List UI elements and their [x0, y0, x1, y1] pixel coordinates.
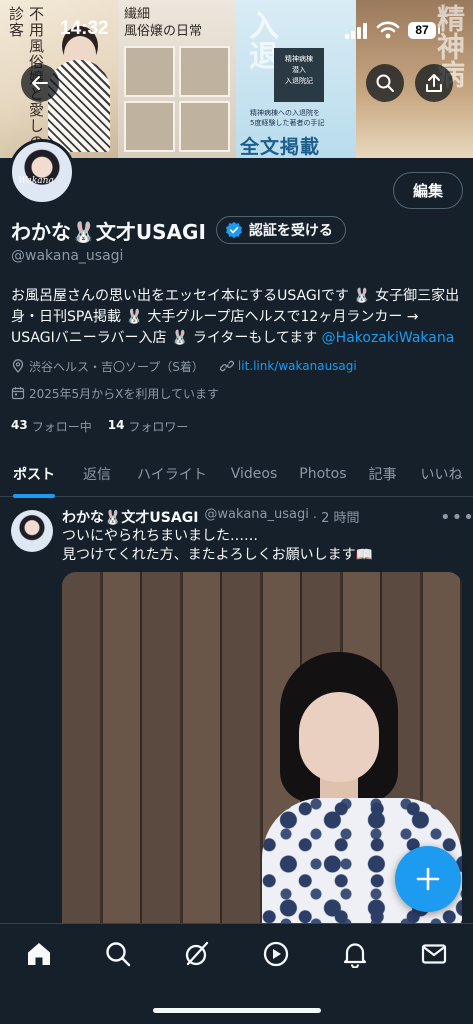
bell-icon[interactable]: [341, 940, 369, 968]
location-text: 渋谷ヘルス・吉〇ソープ（S着）: [29, 359, 204, 374]
profile-website[interactable]: lit.link/wakanausagi: [219, 359, 357, 373]
followers-count: 14: [107, 418, 125, 432]
battery-indicator: 87: [408, 22, 440, 39]
calendar-icon: [11, 387, 25, 400]
post-author-name[interactable]: わかな🐰文才USAGI: [62, 507, 198, 527]
post-time: · 2 時間: [312, 511, 360, 526]
get-verified-label: 認証を受ける: [248, 223, 333, 239]
bio-mention-link[interactable]: @HakozakiWakana: [322, 330, 455, 346]
grok-icon[interactable]: [183, 940, 211, 968]
joined-text: 2025年5月からXを利用しています: [29, 386, 220, 401]
post-author-handle: @wakana_usagi: [204, 507, 309, 522]
share-button[interactable]: [415, 64, 453, 102]
profile-bio: お風呂屋さんの思い出をエッセイ本にするUSAGIです 🐰 女子御三家出身・日刊S…: [11, 286, 463, 349]
search-icon[interactable]: [104, 940, 132, 968]
following-label: フォロー中: [31, 420, 92, 434]
profile-name-row: わかな🐰文才USAGI 認証を受ける: [11, 214, 346, 246]
profile-name: わかな🐰文才USAGI: [11, 219, 206, 244]
search-icon: [376, 74, 394, 92]
back-button[interactable]: [21, 64, 59, 102]
location-pin-icon: [12, 359, 24, 373]
wifi-icon: [376, 21, 400, 39]
post-text-line-2: 見つけてくれた方、またよろしくお願いします📖: [62, 547, 374, 563]
banner-panel-3-box: 精神病棟 潜入 入退院記: [274, 48, 324, 102]
followers-count-link[interactable]: 14 フォロワー: [108, 418, 189, 435]
edit-profile-button[interactable]: 編集: [393, 172, 463, 209]
home-icon[interactable]: [25, 940, 53, 968]
tab-photos[interactable]: Photos: [299, 450, 346, 497]
video-icon[interactable]: [262, 940, 290, 968]
compose-post-button[interactable]: [395, 846, 461, 912]
profile-joined-row: 2025年5月からXを利用しています: [11, 383, 235, 403]
avatar-watermark: Wakana: [18, 176, 54, 186]
post-header: わかな🐰文才USAGI @wakana_usagi · 2 時間: [62, 507, 360, 527]
arrow-left-icon: [32, 76, 48, 90]
profile-location: 渋谷ヘルス・吉〇ソープ（S着）: [11, 358, 204, 375]
verified-badge-icon: [225, 221, 242, 239]
post-text: ついにやられちまいました…… 見つけてくれた方、またよろしくお願いします📖: [62, 527, 462, 565]
mail-icon[interactable]: [420, 940, 448, 968]
status-time: 14:32: [60, 18, 109, 39]
profile-meta-row: 渋谷ヘルス・吉〇ソープ（S着） lit.link/wakanausagi: [11, 356, 373, 376]
website-link[interactable]: lit.link/wakanausagi: [238, 359, 357, 373]
home-indicator: [153, 1008, 321, 1013]
banner-panel-3-big: 全文掲載: [240, 136, 321, 158]
status-bar: 14:32 87: [0, 14, 473, 48]
tab-posts[interactable]: ポスト: [13, 450, 55, 498]
link-icon: [219, 360, 234, 372]
profile-handle: @wakana_usagi: [11, 248, 124, 264]
following-count-link[interactable]: 43 フォロー中: [11, 418, 92, 435]
tab-replies[interactable]: 返信: [83, 450, 111, 497]
post-avatar[interactable]: [11, 510, 53, 552]
get-verified-button[interactable]: 認証を受ける: [215, 216, 346, 244]
cellular-signal-icon: [345, 23, 367, 39]
followers-label: フォロワー: [128, 420, 189, 434]
banner-panel-3-small: 精神病棟への入退院を 5度経験した著者の手記: [250, 109, 325, 127]
tab-videos[interactable]: Videos: [231, 450, 278, 497]
profile-avatar[interactable]: Wakana: [9, 139, 75, 205]
tab-highlights[interactable]: ハイライト: [137, 450, 207, 497]
more-options-icon[interactable]: •••: [440, 507, 473, 528]
post-text-line-1: ついにやられちまいました……: [62, 528, 258, 544]
tab-articles[interactable]: 記事: [369, 450, 397, 497]
bottom-navigation: [0, 923, 473, 1024]
share-icon: [426, 74, 442, 92]
follow-counts: 43 フォロー中 14 フォロワー: [11, 418, 204, 435]
following-count: 43: [11, 418, 28, 432]
profile-tabs: ポスト 返信 ハイライト Videos Photos 記事 いいね: [0, 450, 473, 498]
tab-likes[interactable]: いいね: [421, 450, 463, 497]
profile-joined: 2025年5月からXを利用しています: [11, 385, 219, 402]
plus-icon: [416, 867, 440, 891]
search-profile-button[interactable]: [366, 64, 404, 102]
